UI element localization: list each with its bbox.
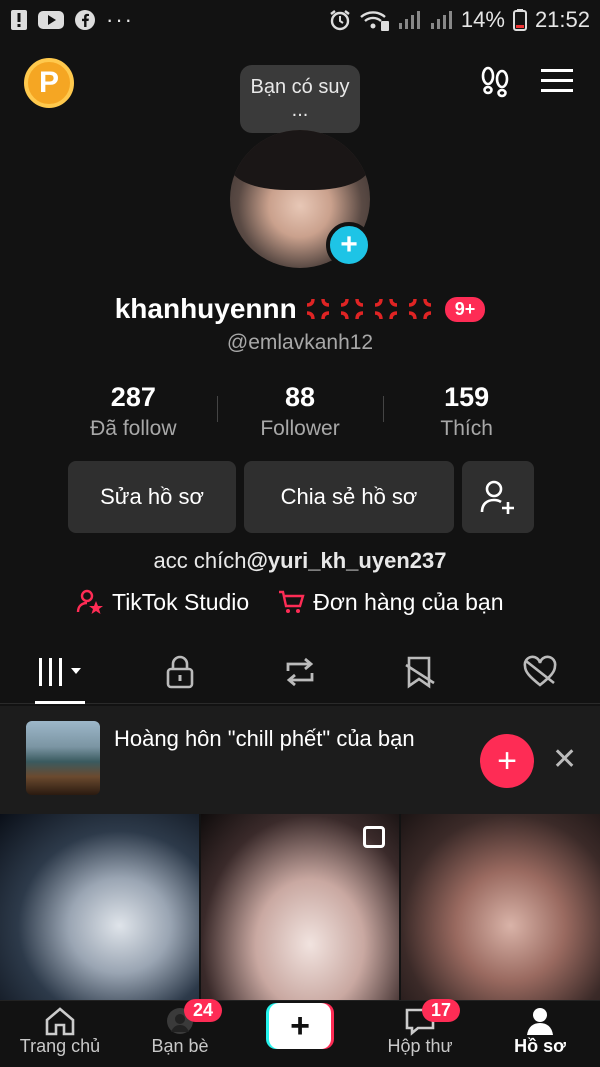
more-dots-icon: ··· xyxy=(106,7,134,32)
tab-private[interactable] xyxy=(120,640,240,703)
studio-icon xyxy=(76,589,103,614)
lock-icon xyxy=(166,655,194,688)
stat-label: Follower xyxy=(260,417,340,440)
alert-icon xyxy=(10,9,28,31)
profile-tabs xyxy=(0,640,600,704)
battery-icon xyxy=(512,9,527,31)
nav-inbox[interactable]: Hộp thư 17 xyxy=(360,999,480,1067)
bio-text: acc chích xyxy=(153,548,247,573)
anger-emoji-icon xyxy=(374,298,397,320)
signal-icon xyxy=(429,9,453,31)
tab-reposts[interactable] xyxy=(240,640,360,703)
bookmark-icon xyxy=(405,656,435,688)
profile-stats: 287 Đã follow 88 Follower 159 Thích xyxy=(50,382,550,441)
menu-icon[interactable] xyxy=(540,67,574,100)
add-avatar-icon[interactable]: + xyxy=(326,222,372,268)
home-icon xyxy=(45,1007,75,1036)
cart-icon xyxy=(279,590,305,613)
anger-emoji-icon xyxy=(408,298,431,320)
photo-carousel-icon xyxy=(363,826,386,848)
tab-saved[interactable] xyxy=(360,640,480,703)
stat-label: Đã follow xyxy=(90,417,177,440)
display-name: khanhuyennn xyxy=(114,293,297,324)
banner-thumbnail xyxy=(26,721,100,795)
liked-icon xyxy=(523,655,557,687)
username: @emlavkanh12 xyxy=(226,331,374,354)
banner-add-button[interactable]: + xyxy=(480,734,534,788)
videos-grid-icon xyxy=(39,657,81,686)
nav-profile[interactable]: Hồ sơ xyxy=(480,1001,600,1067)
coin-button[interactable]: P xyxy=(24,58,74,108)
notification-badge[interactable]: 9+ xyxy=(444,296,486,322)
anger-emoji-icon xyxy=(340,298,363,320)
status-bar: ··· 14% 21:52 xyxy=(0,0,600,40)
stat-value: 159 xyxy=(444,382,490,412)
stat-following[interactable]: 287 Đã follow xyxy=(50,382,217,441)
nav-label: Hộp thư xyxy=(387,1036,453,1056)
battery-percent: 14% xyxy=(460,7,505,32)
youtube-icon xyxy=(38,10,64,30)
bio: acc chích@yuri_kh_uyen237 xyxy=(0,548,600,574)
friends-badge: 24 xyxy=(184,999,223,1022)
nav-home[interactable]: Trang chủ xyxy=(0,1001,120,1067)
anger-emoji-icon xyxy=(306,298,329,320)
close-icon[interactable]: ✕ xyxy=(552,742,577,777)
tiktok-studio-link[interactable]: TikTok Studio xyxy=(76,588,249,616)
edit-profile-button[interactable]: Sửa hồ sơ xyxy=(68,461,236,533)
nav-label: Trang chủ xyxy=(19,1036,101,1056)
nav-friends[interactable]: Bạn bè 24 xyxy=(120,999,240,1067)
coin-label: P xyxy=(38,66,59,99)
stat-label: Thích xyxy=(440,417,493,440)
inbox-badge: 17 xyxy=(422,999,461,1022)
avatar-note-bubble[interactable]: Bạn có suy ... xyxy=(240,65,360,142)
create-icon: + xyxy=(269,1003,331,1049)
alarm-icon xyxy=(329,9,351,31)
nav-label: Bạn bè xyxy=(151,1036,209,1056)
clock: 21:52 xyxy=(534,7,590,32)
avatar-note-text: Bạn có suy ... xyxy=(250,76,350,121)
video-thumbnail[interactable] xyxy=(401,814,600,1000)
orders-label: Đơn hàng của bạn xyxy=(313,588,504,615)
banner-text: Hoàng hôn "chill phết" của bạn xyxy=(114,726,415,751)
add-user-icon xyxy=(480,480,514,514)
tab-videos[interactable] xyxy=(0,640,120,704)
stat-value: 88 xyxy=(284,382,316,412)
profile-icon xyxy=(527,1008,553,1035)
stat-value: 287 xyxy=(110,382,156,412)
create-button[interactable]: + xyxy=(266,1003,334,1049)
facebook-icon xyxy=(74,9,96,31)
tiktok-studio-label: TikTok Studio xyxy=(112,588,250,615)
nav-label: Hồ sơ xyxy=(514,1036,566,1056)
tab-liked[interactable] xyxy=(480,640,600,703)
stat-likes[interactable]: 159 Thích xyxy=(383,382,550,441)
video-thumbnail[interactable] xyxy=(0,814,199,1000)
share-profile-button[interactable]: Chia sẻ hồ sơ xyxy=(244,461,454,533)
stat-followers[interactable]: 88 Follower xyxy=(216,382,384,441)
sunset-suggestion-banner[interactable]: Hoàng hôn "chill phết" của bạn + ✕ xyxy=(0,706,600,814)
bio-mention[interactable]: @yuri_kh_uyen237 xyxy=(246,548,446,573)
signal-icon xyxy=(397,9,421,31)
orders-link[interactable]: Đơn hàng của bạn xyxy=(277,588,503,616)
video-grid xyxy=(0,814,600,1000)
video-thumbnail[interactable] xyxy=(200,814,400,1000)
wifi-icon xyxy=(359,9,389,31)
add-friend-button[interactable] xyxy=(462,461,534,533)
repost-icon xyxy=(286,657,314,686)
footprints-icon[interactable] xyxy=(478,64,512,103)
